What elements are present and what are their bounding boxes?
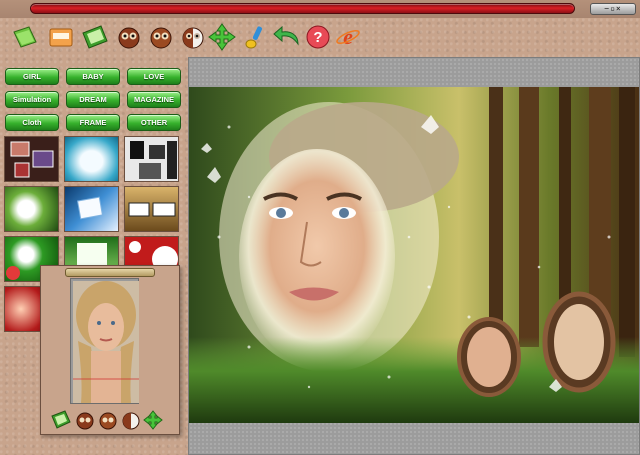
- preview-photo[interactable]: [73, 281, 139, 403]
- internet-explorer-icon: e: [336, 24, 360, 49]
- frame-thumb[interactable]: [124, 136, 179, 182]
- frame-thumb[interactable]: [64, 136, 119, 182]
- owl-tool-1-button[interactable]: [114, 22, 144, 52]
- green-image-icon: [82, 25, 108, 49]
- category-girl-button[interactable]: GIRL: [5, 68, 59, 85]
- title-progress-bar: [30, 3, 575, 14]
- undo-button[interactable]: [272, 22, 302, 52]
- owl-icon: [99, 412, 117, 430]
- undo-arrow-icon: [273, 25, 299, 46]
- window-controls[interactable]: −▫×: [590, 3, 636, 15]
- browser-button[interactable]: e: [333, 22, 363, 52]
- owl-icon: [150, 27, 172, 49]
- toolbar: ? e: [0, 18, 640, 56]
- category-simulation-button[interactable]: Simulation: [5, 91, 59, 108]
- photo-canvas[interactable]: [189, 87, 639, 423]
- open-image-button[interactable]: [80, 22, 110, 52]
- category-other-button[interactable]: OTHER: [127, 114, 181, 131]
- save-button[interactable]: [46, 22, 76, 52]
- preview-owl-3-button[interactable]: [121, 410, 141, 430]
- forest-frame-composite-image: [189, 87, 639, 423]
- frame-thumb[interactable]: [4, 186, 59, 232]
- owl-icon: [118, 27, 140, 49]
- frame-thumb[interactable]: [4, 136, 59, 182]
- paint-brush-icon: [245, 26, 263, 49]
- owl-half-icon: [182, 27, 204, 49]
- preview-panel: [40, 265, 180, 435]
- owl-half-icon: [122, 412, 140, 430]
- open-folder-button[interactable]: [10, 22, 40, 52]
- preview-drag-handle[interactable]: [65, 268, 155, 277]
- folder-save-icon: [49, 28, 73, 47]
- category-love-button[interactable]: LOVE: [127, 68, 181, 85]
- move-arrows-icon: [143, 410, 163, 430]
- move-arrows-icon: [208, 23, 236, 51]
- owl-icon: [76, 412, 94, 430]
- frame-thumb[interactable]: [124, 186, 179, 232]
- category-dream-button[interactable]: DREAM: [66, 91, 120, 108]
- category-frame-button[interactable]: FRAME: [66, 114, 120, 131]
- help-button[interactable]: ?: [303, 22, 333, 52]
- frame-thumb[interactable]: [64, 186, 119, 232]
- portrait-photo-image: [73, 281, 139, 403]
- preview-owl-1-button[interactable]: [75, 410, 95, 430]
- preview-image-button[interactable]: [51, 410, 71, 430]
- category-baby-button[interactable]: BABY: [66, 68, 120, 85]
- category-magazine-button[interactable]: MAGAZINE: [127, 91, 181, 108]
- category-cloth-button[interactable]: Cloth: [5, 114, 59, 131]
- svg-text:e: e: [343, 24, 353, 49]
- question-mark-icon: ?: [306, 25, 330, 49]
- svg-text:?: ?: [313, 29, 322, 46]
- owl-tool-2-button[interactable]: [146, 22, 176, 52]
- owl-tool-3-button[interactable]: [178, 22, 208, 52]
- move-button[interactable]: [207, 22, 237, 52]
- green-image-icon: [51, 410, 71, 429]
- preview-move-button[interactable]: [143, 410, 163, 430]
- brush-button[interactable]: [240, 22, 270, 52]
- preview-owl-2-button[interactable]: [98, 410, 118, 430]
- green-folder-icon: [13, 26, 37, 48]
- title-bar: −▫×: [0, 0, 640, 18]
